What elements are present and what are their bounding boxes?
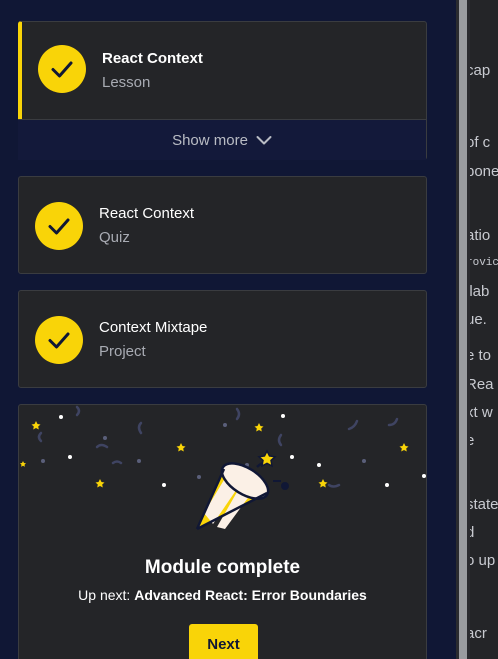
scrollbar[interactable] <box>456 0 470 659</box>
lesson-content-pane: cap of c pone atio rovic ilab ue. e to Rea xt w e s… <box>470 0 498 659</box>
lesson-type: Project <box>99 343 146 360</box>
content-text-fragment: e <box>470 432 475 449</box>
up-next-prefix: Up next: <box>78 587 131 603</box>
party-popper-icon <box>195 449 289 531</box>
content-text-fragment: d <box>470 524 475 541</box>
module-sidebar: React Context Lesson Show more React Con… <box>0 0 456 659</box>
content-text-fragment: rovic <box>470 257 498 269</box>
content-text-fragment: o up <box>470 552 496 569</box>
lesson-card-react-context-lesson[interactable]: React Context Lesson Show more <box>18 21 427 160</box>
lesson-card-react-context-quiz[interactable]: React Context Quiz <box>18 176 427 274</box>
module-complete-heading: Module complete <box>144 557 301 578</box>
lesson-title: Context Mixtape <box>99 319 208 336</box>
lesson-title: React Context <box>102 50 203 67</box>
up-next-text: Up next: Advanced React: Error Boundarie… <box>19 587 426 603</box>
check-icon <box>35 202 83 250</box>
content-text-fragment: atio <box>470 227 491 244</box>
check-icon <box>35 316 83 364</box>
show-more-button[interactable]: Show more <box>18 119 426 160</box>
content-text-fragment: cap <box>470 62 491 79</box>
show-more-label: Show more <box>172 131 248 149</box>
content-text-fragment: acr <box>470 625 487 642</box>
content-text-fragment: of c <box>470 134 491 151</box>
next-button[interactable]: Next <box>189 624 258 659</box>
content-text-fragment: Rea <box>470 376 494 393</box>
content-text-fragment: ilab <box>470 283 490 300</box>
content-text-fragment: e to <box>470 347 492 364</box>
content-text-fragment: state <box>470 496 498 513</box>
chevron-down-icon <box>256 136 272 145</box>
lesson-type: Quiz <box>99 229 130 246</box>
scrollbar-thumb[interactable] <box>459 0 467 659</box>
lesson-type: Lesson <box>102 74 151 91</box>
content-text-fragment: xt w <box>470 404 493 421</box>
lesson-title: React Context <box>99 205 195 222</box>
up-next-title: Advanced React: Error Boundaries <box>134 587 367 603</box>
content-text-fragment: ue. <box>470 311 487 328</box>
confetti-illustration <box>20 405 426 531</box>
content-text-fragment: pone <box>470 163 498 180</box>
check-icon <box>38 45 86 93</box>
module-complete-card: Module complete Up next: Advanced React:… <box>18 404 427 659</box>
lesson-card-context-mixtape-project[interactable]: Context Mixtape Project <box>18 290 427 388</box>
